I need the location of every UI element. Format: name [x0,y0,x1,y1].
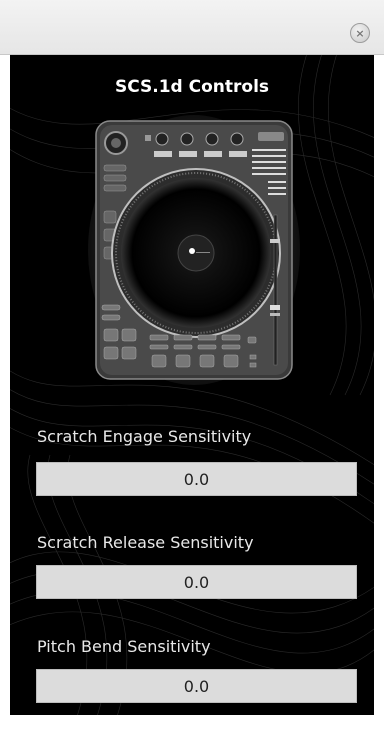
title-bar: × [0,0,384,55]
app-window: × SCS.1d Controls Scratch Engage Sensiti… [0,0,384,740]
pitch-bend-field[interactable]: 0.0 [36,669,357,703]
scratch-engage-label: Scratch Engage Sensitivity [37,427,252,446]
close-icon[interactable]: × [350,23,370,43]
scratch-release-field[interactable]: 0.0 [36,565,357,599]
controls-panel: SCS.1d Controls Scratch Engage Sensitivi… [10,55,374,715]
panel-title: SCS.1d Controls [114,77,270,97]
scratch-release-label: Scratch Release Sensitivity [37,533,254,552]
scratch-engage-field[interactable]: 0.0 [36,462,357,496]
window-bottom-edge [0,715,384,740]
turntable-controller-image [88,115,300,385]
pitch-bend-label: Pitch Bend Sensitivity [37,637,211,656]
